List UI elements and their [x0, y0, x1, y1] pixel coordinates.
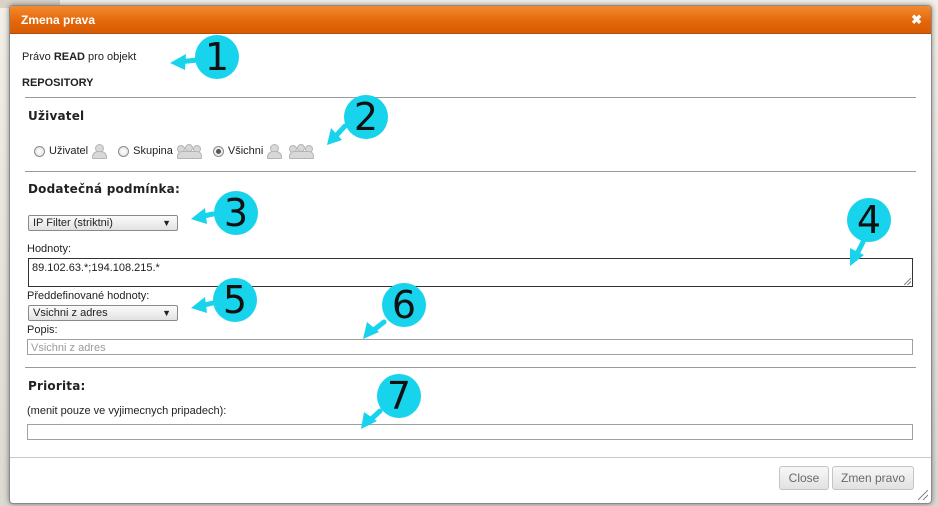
- priority-hint: (menit pouze ve vyjimecnych pripadech):: [27, 405, 227, 417]
- dropdown-arrow-icon: ▼: [162, 308, 171, 318]
- right-prefix: Právo: [22, 51, 51, 63]
- predefined-select[interactable]: Vsichni z adres ▼: [28, 305, 178, 321]
- everyone-group-icon: [289, 144, 315, 159]
- close-icon[interactable]: ✖: [911, 12, 922, 28]
- dialog-resize-icon[interactable]: [918, 490, 928, 500]
- dialog-titlebar[interactable]: Zmena prava ✖: [10, 6, 931, 34]
- description-placeholder: Vsichni z adres: [31, 342, 106, 354]
- radio-group-label[interactable]: Skupina: [133, 145, 173, 157]
- right-suffix: pro objekt: [88, 51, 137, 63]
- footer-divider: [10, 457, 931, 458]
- callout-3: 3: [214, 191, 258, 235]
- values-text: 89.102.63.*;194.108.215.*: [32, 262, 160, 274]
- resize-handle-icon[interactable]: [904, 278, 911, 285]
- callout-1: 1: [195, 35, 239, 79]
- right-name: READ: [53, 51, 85, 63]
- divider: [25, 367, 916, 368]
- radio-user[interactable]: [34, 145, 45, 157]
- dialog-title: Zmena prava: [21, 13, 96, 27]
- description-input[interactable]: Vsichni z adres: [27, 339, 913, 355]
- callout-5: 5: [213, 278, 257, 322]
- callout-7: 7: [377, 374, 421, 418]
- divider: [25, 97, 916, 98]
- everyone-user-icon: [267, 144, 283, 159]
- condition-select-value: IP Filter (striktni): [33, 217, 113, 229]
- priority-input[interactable]: [27, 424, 913, 440]
- callout-6: 6: [382, 283, 426, 327]
- dialog-content: Právo READ pro objekt REPOSITORY Uživate…: [10, 34, 931, 458]
- description-label: Popis:: [27, 324, 58, 336]
- dropdown-arrow-icon: ▼: [162, 218, 171, 228]
- change-right-dialog: Zmena prava ✖ Právo READ pro objekt REPO…: [9, 5, 932, 504]
- radio-everyone[interactable]: [212, 145, 224, 157]
- user-icon: [92, 144, 108, 159]
- callout-4: 4: [847, 198, 891, 242]
- user-section-title: Uživatel: [28, 109, 85, 123]
- priority-section-title: Priorita:: [28, 379, 86, 393]
- right-header: Právo READ pro objekt: [22, 51, 136, 63]
- divider: [25, 171, 916, 172]
- callout-2: 2: [344, 95, 388, 139]
- radio-group[interactable]: [118, 145, 130, 157]
- values-label: Hodnoty:: [27, 243, 72, 255]
- close-button[interactable]: Close: [779, 466, 829, 490]
- condition-select[interactable]: IP Filter (striktni) ▼: [28, 215, 178, 231]
- condition-section-title: Dodatečná podmínka:: [28, 182, 180, 196]
- predefined-select-value: Vsichni z adres: [33, 307, 108, 319]
- values-textarea[interactable]: 89.102.63.*;194.108.215.*: [28, 258, 913, 287]
- radio-everyone-label[interactable]: Všichni: [228, 145, 263, 157]
- radio-user-label[interactable]: Uživatel: [49, 145, 88, 157]
- user-type-radio-group: Uživatel Skupina Všichni: [34, 144, 325, 159]
- change-right-button[interactable]: Zmen pravo: [832, 466, 914, 490]
- group-icon: [176, 144, 202, 159]
- object-name: REPOSITORY: [22, 77, 94, 89]
- predefined-label: Předdefinované hodnoty:: [27, 290, 150, 302]
